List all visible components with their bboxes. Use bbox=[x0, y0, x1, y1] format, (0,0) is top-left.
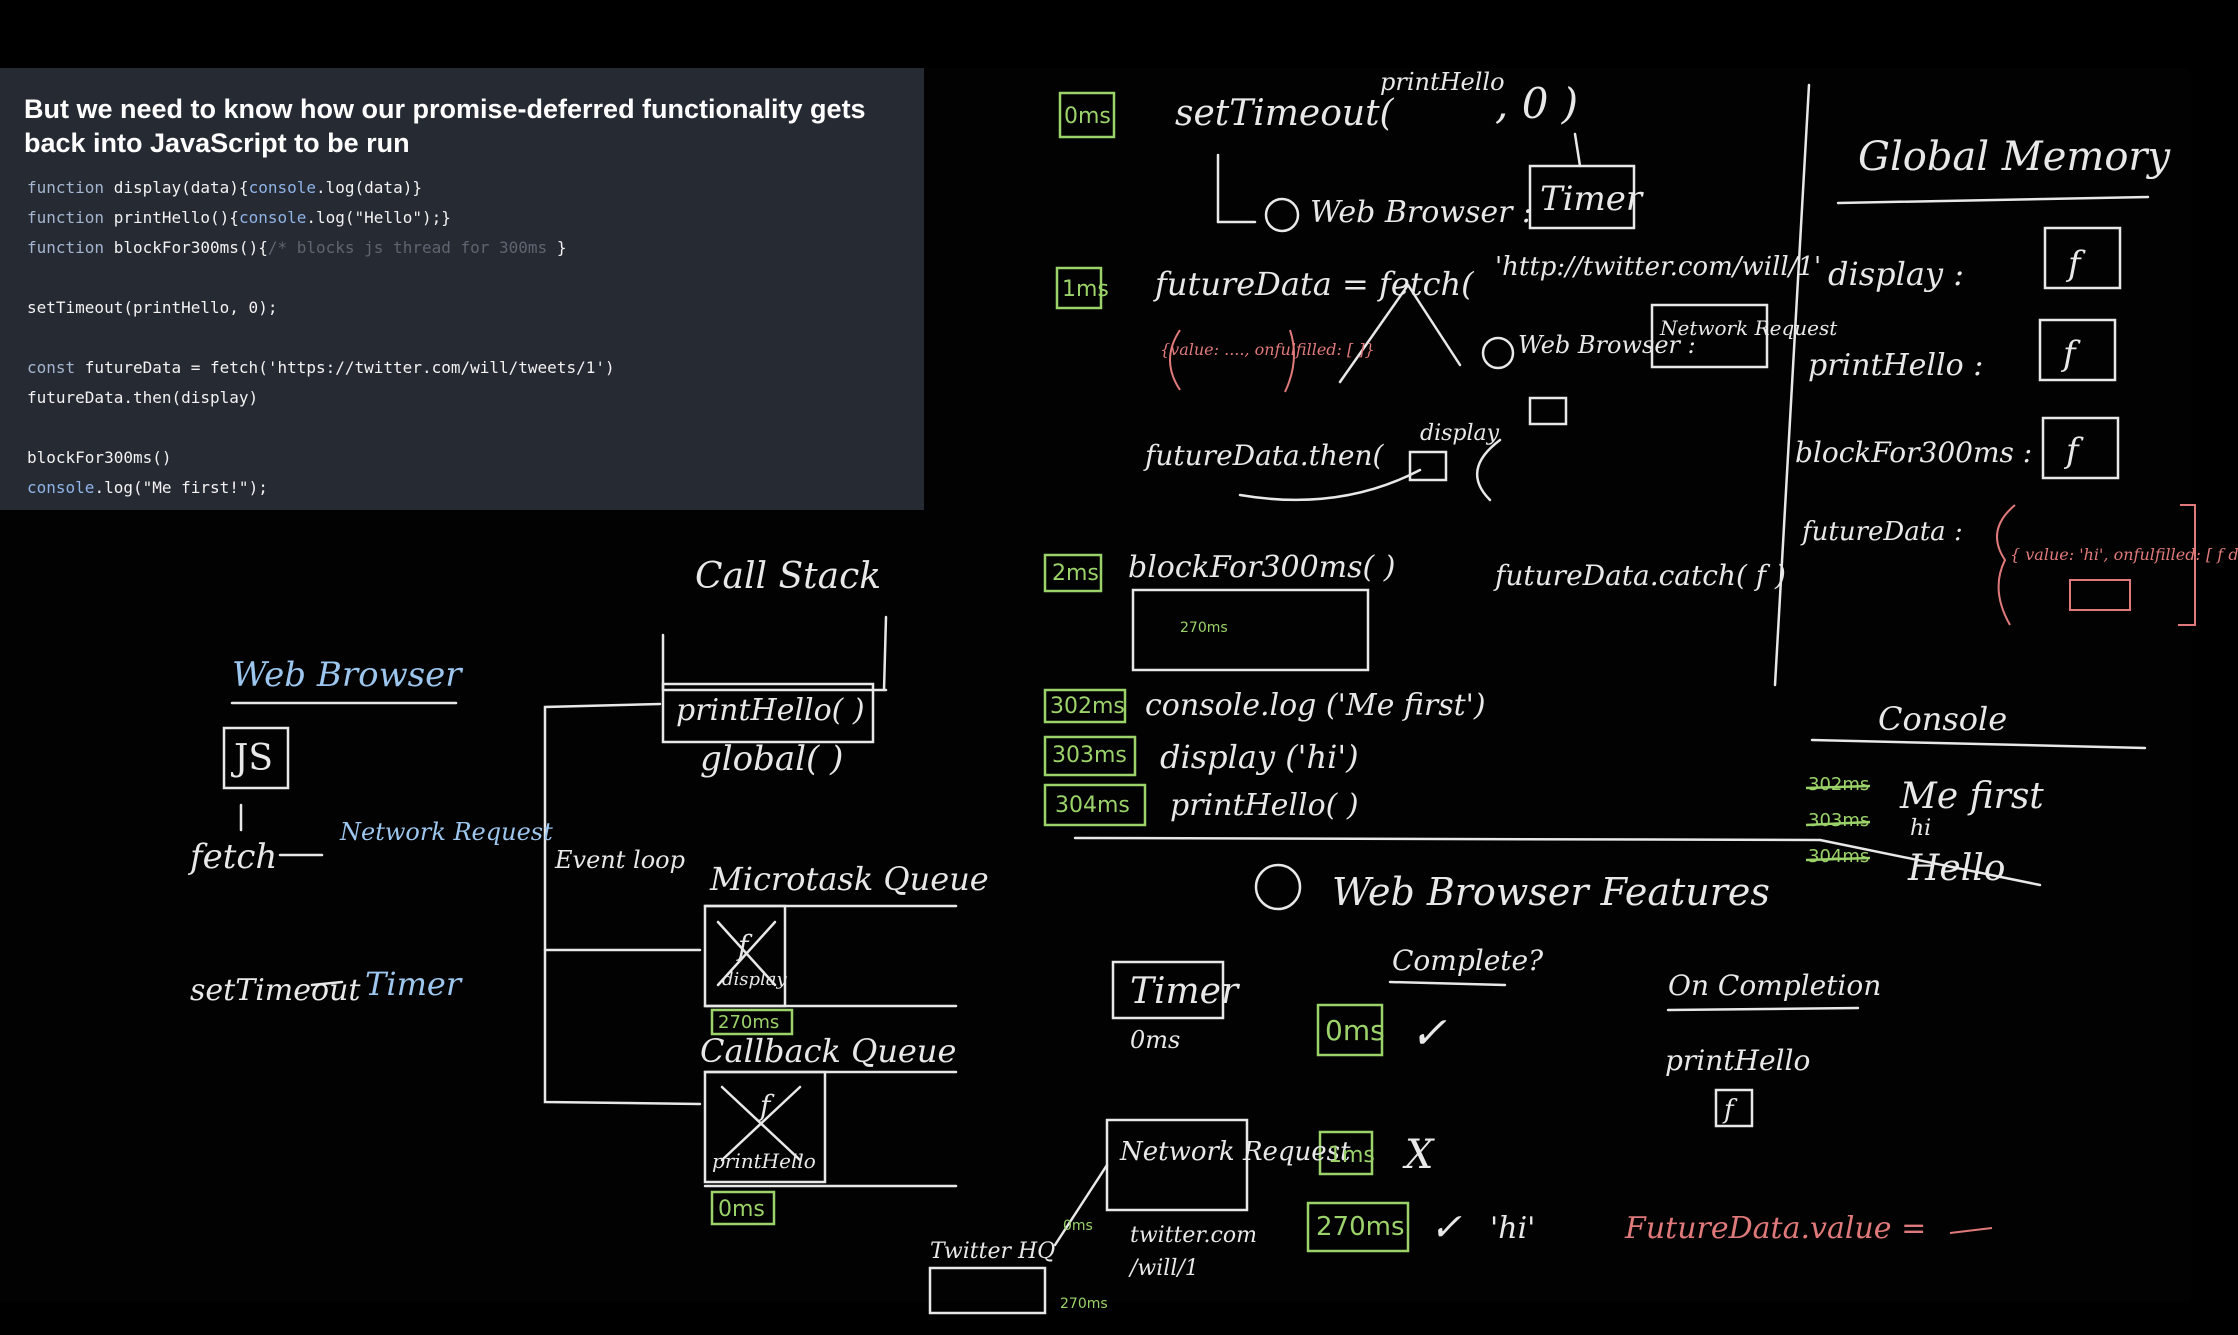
future-data-value: FutureData.value = bbox=[1624, 1211, 1926, 1246]
time-badge: 270ms bbox=[1060, 1296, 1108, 1312]
time-badge: 302ms bbox=[1050, 694, 1125, 719]
features-will: /will/1 bbox=[1128, 1256, 1199, 1281]
left-settimeout: setTimeout bbox=[190, 973, 361, 1008]
call-stack-frame: printHello( ) bbox=[676, 693, 865, 728]
timeline-url: 'http://twitter.com/will/1' bbox=[1495, 252, 1821, 282]
timeline-zero: , 0 ) bbox=[1495, 79, 1578, 128]
timeline-then: futureData.then( bbox=[1143, 439, 1385, 472]
console-title: Console bbox=[1878, 700, 2007, 738]
features-f: f bbox=[1722, 1095, 1738, 1125]
features-check: ✓ bbox=[1410, 1008, 1447, 1059]
time-badge: 1ms bbox=[1328, 1143, 1375, 1168]
left-web-browser: Web Browser bbox=[232, 655, 463, 695]
time-badge: 2ms bbox=[1052, 561, 1099, 586]
console-line: Me first bbox=[1899, 776, 2044, 817]
memory-value-printhello: f bbox=[2060, 334, 2081, 374]
timeline-display-hi: display ('hi') bbox=[1160, 738, 1359, 776]
callback-queue-title: Callback Queue bbox=[700, 1032, 956, 1070]
time-badge: 1ms bbox=[1062, 277, 1109, 302]
features-complete: Complete? bbox=[1392, 944, 1544, 977]
microtask-item-label: display bbox=[722, 969, 788, 990]
call-stack-title: Call Stack bbox=[695, 556, 881, 597]
time-badge: 270ms bbox=[1316, 1212, 1405, 1242]
callback-item-fn: f bbox=[758, 1089, 775, 1122]
features-network-request: Network Request bbox=[1119, 1137, 1351, 1167]
left-timer: Timer bbox=[365, 965, 463, 1003]
time-badge: 304ms bbox=[1055, 793, 1130, 818]
features-twitter-hq: Twitter HQ bbox=[930, 1239, 1055, 1264]
time-badge: 270ms bbox=[1180, 620, 1228, 636]
time-badge: 0ms bbox=[1325, 1014, 1385, 1047]
features-hi: 'hi' bbox=[1490, 1211, 1535, 1246]
time-badge: 0ms bbox=[718, 1197, 765, 1222]
memory-label-display: display : bbox=[1828, 255, 1964, 293]
memory-value-display: f bbox=[2065, 244, 2086, 284]
memory-label-futuredata: futureData : bbox=[1800, 517, 1963, 547]
timeline-printhello: printHello bbox=[1380, 68, 1505, 96]
global-memory-title: Global Memory bbox=[1858, 134, 2172, 180]
timeline-web-browser: Web Browser : bbox=[1310, 195, 1532, 230]
timeline-network-request: Network Request bbox=[1659, 316, 1838, 340]
memory-value-block: f bbox=[2063, 431, 2084, 471]
console-time: 303ms bbox=[1808, 810, 1869, 831]
left-fetch: fetch bbox=[187, 837, 277, 877]
timeline-catch: futureData.catch( f ) bbox=[1493, 559, 1786, 592]
features-printhello: printHello bbox=[1665, 1044, 1810, 1077]
console-time: 302ms bbox=[1808, 774, 1869, 795]
features-twitter: twitter.com bbox=[1130, 1223, 1257, 1248]
event-loop-label: Event loop bbox=[554, 846, 685, 874]
timeline-value-hint: {value: ...., onfulfilled: [ ]} bbox=[1160, 340, 1375, 359]
left-network-request: Network Request bbox=[339, 818, 553, 846]
memory-label-block: blockFor300ms : bbox=[1795, 436, 2032, 469]
console-line: Hello bbox=[1907, 848, 2005, 889]
callback-item-label: printHello bbox=[712, 1149, 816, 1173]
features-x: X bbox=[1402, 1132, 1435, 1178]
time-badge: 0ms bbox=[1063, 1218, 1093, 1234]
timeline-display: display bbox=[1420, 421, 1500, 446]
features-on-completion: On Completion bbox=[1668, 969, 1881, 1002]
timeline-settimeout: setTimeout( bbox=[1175, 93, 1395, 134]
console-time: 304ms bbox=[1808, 846, 1869, 867]
console-line: hi bbox=[1910, 816, 1931, 841]
time-badge: 0ms bbox=[1064, 104, 1111, 129]
timeline-printhello-call: printHello( ) bbox=[1170, 788, 1359, 823]
microtask-queue-title: Microtask Queue bbox=[709, 860, 989, 898]
chalk-drawing: Call Stack printHello( ) global( ) Event… bbox=[187, 68, 2238, 1315]
js-label: JS bbox=[230, 738, 273, 779]
timeline-block: blockFor300ms( ) bbox=[1128, 550, 1395, 585]
features-check-2: ✓ bbox=[1430, 1205, 1462, 1249]
features-timer: Timer bbox=[1130, 971, 1240, 1012]
call-stack-frame: global( ) bbox=[700, 739, 843, 779]
time-badge: 303ms bbox=[1052, 743, 1127, 768]
timeline-console-log: console.log ('Me first') bbox=[1145, 688, 1486, 723]
memory-label-printhello: printHello : bbox=[1808, 348, 1983, 383]
time-badge: 270ms bbox=[718, 1012, 779, 1033]
timeline-timer: Timer bbox=[1540, 179, 1644, 219]
memory-value-futuredata: { value: 'hi', onfulfilled: [ f display … bbox=[2010, 545, 2238, 564]
features-title: Web Browser Features bbox=[1332, 870, 1770, 914]
features-timer-sub: 0ms bbox=[1130, 1026, 1180, 1054]
timeline-futuredata: futureData = fetch( bbox=[1153, 265, 1475, 303]
